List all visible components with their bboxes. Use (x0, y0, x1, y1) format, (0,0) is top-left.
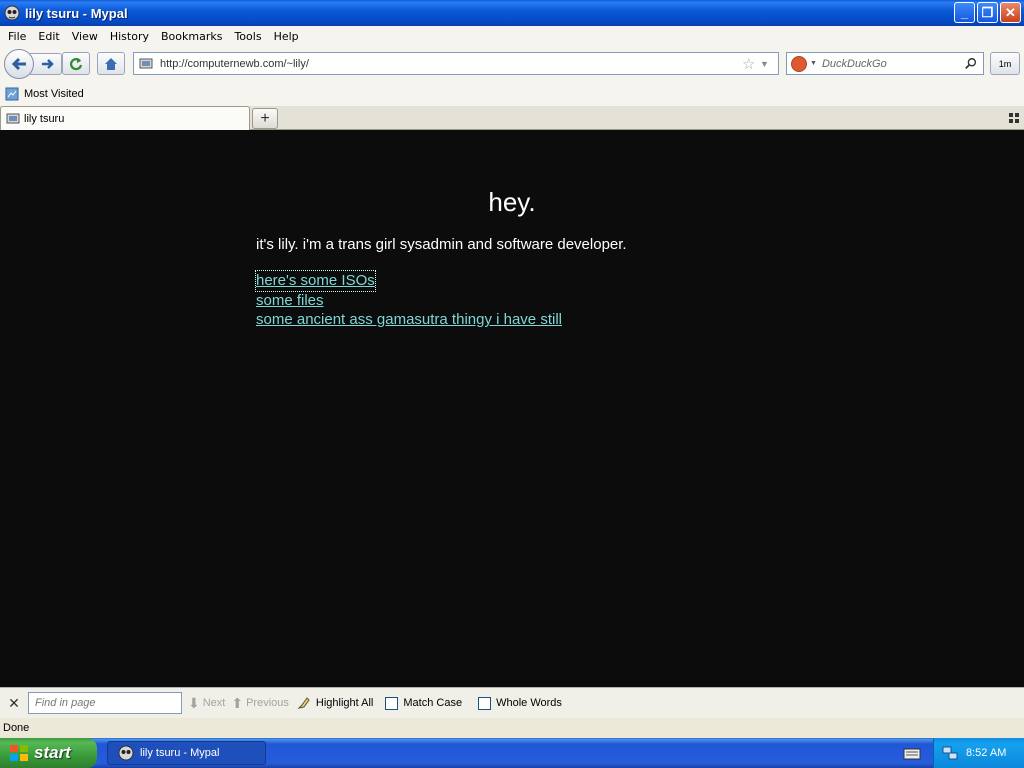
url-text[interactable]: http://computernewb.com/~lily/ (160, 58, 742, 70)
clock: 8:52 AM (966, 747, 1007, 759)
page-content: hey. it's lily. i'm a trans girl sysadmi… (0, 130, 1024, 687)
menu-bookmarks[interactable]: Bookmarks (155, 30, 228, 43)
minimize-icon: _ (960, 5, 969, 20)
bookmark-star-icon[interactable]: ☆ (742, 55, 760, 73)
tab-label: lily tsuru (24, 112, 65, 125)
most-visited-icon (5, 87, 19, 101)
taskbar-item-label: lily tsuru - Mypal (140, 747, 220, 759)
restore-icon: ❐ (981, 4, 994, 20)
close-icon: ✕ (1005, 4, 1016, 20)
taskbar-item-mypal[interactable]: lily tsuru - Mypal (107, 741, 266, 765)
list-all-tabs-icon[interactable] (1008, 112, 1020, 124)
find-next-label: Next (202, 697, 226, 709)
menu-file[interactable]: File (2, 30, 32, 43)
mypal-task-icon (118, 745, 134, 761)
forward-arrow-icon (42, 59, 54, 69)
match-case-checkbox[interactable]: Match Case (385, 696, 463, 710)
window-title: lily tsuru - Mypal (25, 5, 128, 21)
page-heading: hey. (488, 187, 536, 217)
whole-words-checkbox[interactable]: Whole Words (478, 696, 562, 710)
find-previous-label: Previous (246, 697, 289, 709)
whole-words-label: Whole Words (496, 697, 562, 709)
find-placeholder: Find in page (35, 697, 96, 709)
site-identity-icon (139, 58, 153, 68)
link-files[interactable]: some files (256, 291, 768, 311)
new-tab-button[interactable]: + (252, 108, 278, 129)
home-button[interactable] (97, 52, 125, 75)
duckduckgo-icon[interactable] (791, 55, 807, 72)
whole-words-box[interactable] (478, 696, 492, 710)
match-case-label: Match Case (403, 697, 463, 709)
restore-button[interactable]: ❐ (977, 2, 998, 23)
reload-button[interactable] (62, 52, 90, 75)
highlighter-icon (297, 697, 310, 709)
search-input[interactable]: DuckDuckGo (822, 58, 963, 70)
page-body: hey. it's lily. i'm a trans girl sysadmi… (255, 130, 768, 330)
windows-logo-icon (10, 745, 28, 761)
address-bar[interactable]: http://computernewb.com/~lily/ ☆ ▼ (133, 52, 779, 75)
window-titlebar: lily tsuru - Mypal _ ❐ ✕ (0, 0, 1024, 26)
status-text: Done (3, 722, 30, 734)
link-isos[interactable]: here's some ISOs (255, 270, 376, 292)
status-bar: Done (0, 718, 1024, 738)
extension-button[interactable]: 1m (990, 52, 1020, 75)
search-icon[interactable] (963, 57, 979, 71)
navigation-toolbar: http://computernewb.com/~lily/ ☆ ▼ ▼ Duc… (0, 46, 1024, 82)
forward-button[interactable] (30, 53, 62, 75)
extension-label: 1m (998, 58, 1012, 69)
back-button[interactable] (4, 49, 34, 79)
menu-tools[interactable]: Tools (228, 30, 267, 43)
find-input[interactable]: Find in page (28, 692, 182, 714)
link-list: here's some ISOs some files some ancient… (255, 270, 768, 330)
tab-strip: lily tsuru + (0, 106, 1024, 130)
tab-lily-tsuru[interactable]: lily tsuru (0, 106, 250, 130)
find-previous-button[interactable]: ⬆ Previous (231, 695, 289, 712)
start-button[interactable]: start (0, 738, 97, 768)
network-icon[interactable] (942, 745, 958, 761)
keyboard-icon[interactable] (903, 745, 921, 761)
windows-taskbar: start lily tsuru - Mypal 8:52 AM (0, 738, 1024, 768)
highlight-all-button[interactable]: Highlight All (297, 696, 373, 710)
arrow-down-icon: ⬇ (188, 694, 200, 711)
url-dropdown-icon[interactable]: ▼ (760, 59, 778, 69)
menu-edit[interactable]: Edit (32, 30, 65, 43)
system-tray: 8:52 AM (933, 738, 1024, 768)
reload-icon (69, 57, 83, 70)
start-label: start (34, 743, 71, 762)
find-bar: ✕ Find in page ⬇ Next ⬆ Previous Highlight… (0, 687, 1024, 718)
close-button[interactable]: ✕ (1000, 2, 1021, 23)
bookmark-most-visited[interactable]: Most Visited (24, 88, 84, 100)
menu-history[interactable]: History (104, 30, 155, 43)
match-case-box[interactable] (385, 696, 399, 710)
search-bar[interactable]: ▼ DuckDuckGo (786, 52, 984, 75)
menu-view[interactable]: View (66, 30, 104, 43)
arrow-up-icon: ⬆ (231, 694, 244, 711)
home-icon (105, 57, 117, 70)
link-gamasutra[interactable]: some ancient ass gamasutra thingy i have… (256, 310, 768, 330)
menu-bar: File Edit View History Bookmarks Tools H… (0, 26, 1024, 46)
back-arrow-icon (11, 57, 26, 71)
find-next-button[interactable]: ⬇ Next (188, 695, 225, 712)
site-favicon-icon (6, 113, 20, 123)
minimize-button[interactable]: _ (954, 2, 975, 23)
bio-text: it's lily. i'm a trans girl sysadmin and… (256, 236, 627, 253)
menu-help[interactable]: Help (268, 30, 305, 43)
search-engine-dropdown-icon[interactable]: ▼ (810, 60, 817, 67)
mypal-app-icon (4, 5, 20, 21)
plus-icon: + (260, 109, 270, 127)
bookmarks-toolbar: Most Visited (0, 82, 1024, 106)
find-close-icon[interactable]: ✕ (0, 695, 28, 712)
highlight-all-label: Highlight All (315, 697, 374, 709)
